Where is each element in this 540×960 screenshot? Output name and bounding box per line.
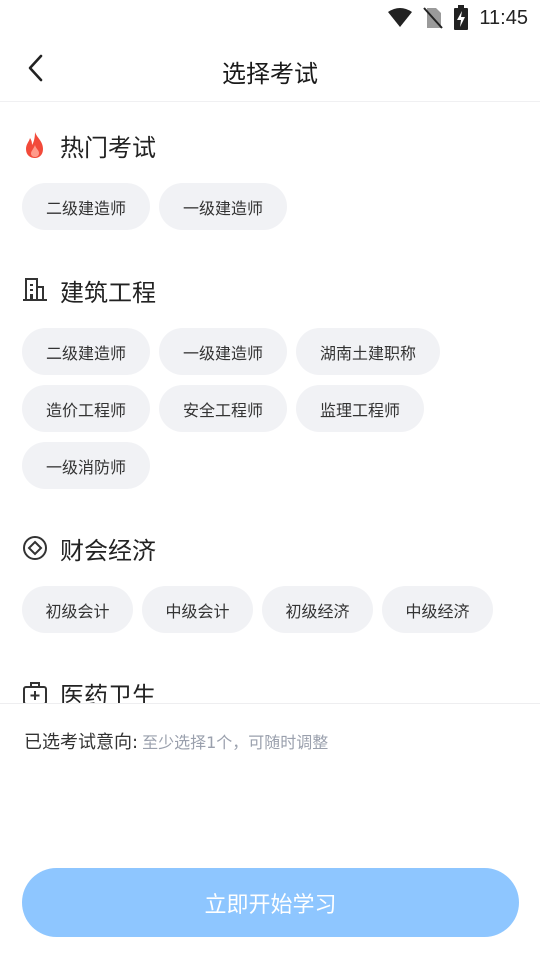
section-finance: 财会经济 初级会计 中级会计 初级经济 中级经济 [22,528,522,633]
exam-chip[interactable]: 湖南土建职称 [296,328,440,375]
selected-hint: 至少选择1个，可随时调整 [142,733,329,752]
section-header: 建筑工程 [22,270,522,310]
no-sim-icon [423,7,444,29]
exam-chip[interactable]: 中级会计 [142,586,253,633]
status-bar: 11:45 [0,0,540,36]
section-medical: 医药卫生 [22,673,522,703]
exam-chip[interactable]: 二级建造师 [22,328,150,375]
exam-chip[interactable]: 二级建造师 [22,183,150,230]
exam-chip[interactable]: 初级会计 [22,586,133,633]
exam-chip[interactable]: 造价工程师 [22,385,150,432]
exam-chip[interactable]: 安全工程师 [159,385,287,432]
start-learning-button[interactable]: 立即开始学习 [22,868,519,937]
section-construction: 建筑工程 二级建造师 一级建造师 湖南土建职称 造价工程师 安全工程师 监理工程… [22,270,522,489]
exam-chip[interactable]: 监理工程师 [296,385,424,432]
section-header: 热门考试 [22,125,522,165]
header: 选择考试 [0,36,540,102]
exam-chip[interactable]: 一级建造师 [159,328,287,375]
battery-charging-icon [454,5,469,30]
status-time: 11:45 [479,6,528,29]
section-hot-exams: 热门考试 二级建造师 一级建造师 [22,125,522,230]
exam-list[interactable]: 热门考试 二级建造师 一级建造师 建筑工程 二级建造师 一级建造师 湖南土建职称… [0,103,540,703]
footer-divider [0,703,540,704]
selected-label: 已选考试意向: [24,732,139,753]
exam-chip[interactable]: 中级经济 [382,586,493,633]
section-title: 医药卫生 [60,681,156,704]
chip-group: 初级会计 中级会计 初级经济 中级经济 [22,586,522,633]
section-title: 财会经济 [60,536,156,565]
section-header: 财会经济 [22,528,522,568]
flame-icon [20,130,50,160]
chip-group: 二级建造师 一级建造师 [22,183,522,230]
exam-chip[interactable]: 初级经济 [262,586,373,633]
building-icon [20,275,50,305]
medical-kit-icon [20,678,50,703]
status-icons: 11:45 [387,5,528,31]
section-header: 医药卫生 [22,673,522,703]
section-title: 建筑工程 [60,278,156,307]
page-title: 选择考试 [222,60,318,88]
chip-group: 二级建造师 一级建造师 湖南土建职称 造价工程师 安全工程师 监理工程师 一级消… [22,328,522,489]
wifi-icon [388,8,413,27]
coin-icon [20,533,50,563]
exam-chip[interactable]: 一级建造师 [159,183,287,230]
exam-chip[interactable]: 一级消防师 [22,442,150,489]
selected-intent: 已选考试意向: 至少选择1个，可随时调整 [24,728,328,754]
section-title: 热门考试 [60,133,156,162]
